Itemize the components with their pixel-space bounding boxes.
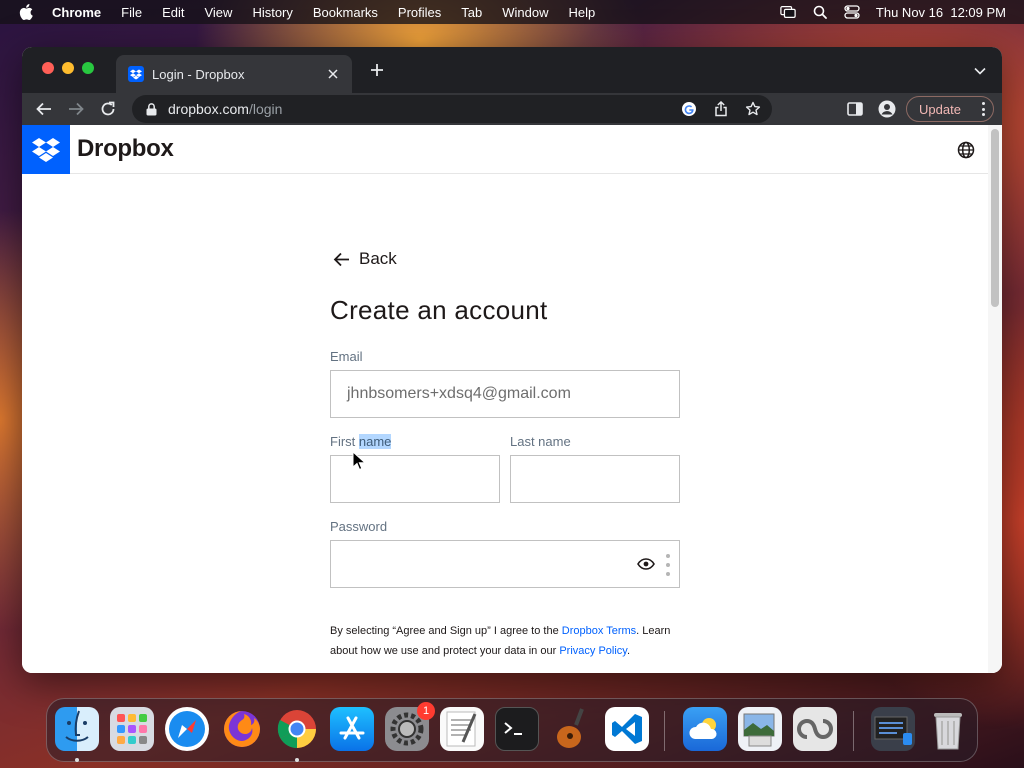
back-link-label: Back	[359, 249, 397, 268]
screen-mirroring-icon[interactable]	[780, 4, 796, 20]
system-settings-icon[interactable]: 1	[385, 702, 435, 751]
menu-app-name[interactable]: Chrome	[52, 5, 101, 20]
menu-profiles[interactable]: Profiles	[398, 5, 441, 20]
preview-icon[interactable]	[738, 707, 782, 751]
minimize-window-button[interactable]	[62, 62, 74, 74]
window-controls	[42, 62, 94, 74]
firefox-icon[interactable]	[220, 707, 264, 751]
mouse-pointer-icon	[352, 451, 366, 471]
language-globe-icon[interactable]	[957, 141, 975, 159]
google-lens-icon[interactable]	[680, 100, 698, 118]
macos-dock: 1	[46, 698, 978, 762]
weather-icon[interactable]	[683, 707, 727, 751]
update-button-label: Update	[919, 101, 961, 117]
menu-edit[interactable]: Edit	[162, 5, 184, 20]
selected-text-highlight: name	[358, 434, 392, 449]
menu-view[interactable]: View	[204, 5, 232, 20]
control-center-icon[interactable]	[844, 4, 860, 20]
url-path: /login	[248, 101, 283, 117]
side-panel-icon[interactable]	[846, 100, 864, 118]
tab-search-chevron-icon[interactable]	[972, 63, 988, 79]
garageband-icon[interactable]	[550, 707, 594, 751]
last-name-field[interactable]	[510, 455, 680, 503]
brand-wordmark[interactable]: Dropbox	[77, 135, 174, 163]
forward-arrow-icon[interactable]	[66, 99, 86, 119]
scrollbar-thumb[interactable]	[991, 129, 999, 307]
email-field-value: jhnbsomers+xdsq4@gmail.com	[347, 385, 571, 402]
back-arrow-icon[interactable]	[34, 99, 54, 119]
dropbox-logo-icon[interactable]	[22, 125, 70, 174]
lock-icon[interactable]	[144, 102, 158, 116]
spotlight-search-icon[interactable]	[812, 4, 828, 20]
privacy-policy-link[interactable]: Privacy Policy	[559, 645, 627, 657]
password-manager-kebab-icon[interactable]	[665, 554, 671, 576]
web-page: Dropbox Back Create an account Email jhn…	[22, 125, 1002, 673]
tab-dropbox-login[interactable]: Login - Dropbox	[116, 55, 352, 93]
menu-file[interactable]: File	[121, 5, 142, 20]
chrome-menu-kebab-icon[interactable]	[981, 102, 985, 116]
menu-history[interactable]: History	[252, 5, 292, 20]
safari-icon[interactable]	[165, 707, 209, 751]
menu-bar-clock[interactable]: Thu Nov 16 12:09 PM	[876, 5, 1006, 20]
page-title: Create an account	[330, 295, 548, 325]
bookmark-star-icon[interactable]	[744, 100, 762, 118]
trash-icon[interactable]	[926, 707, 970, 751]
password-label: Password	[330, 519, 388, 534]
site-header: Dropbox	[22, 125, 988, 174]
browser-toolbar: dropbox.com/login Update	[22, 93, 1002, 125]
close-tab-icon[interactable]	[324, 65, 342, 83]
first-name-label: First name	[330, 434, 392, 449]
launchpad-icon[interactable]	[110, 707, 154, 751]
menu-bookmarks[interactable]: Bookmarks	[313, 5, 378, 20]
app-store-icon[interactable]	[330, 707, 374, 751]
email-field[interactable]: jhnbsomers+xdsq4@gmail.com	[330, 370, 680, 418]
share-icon[interactable]	[712, 100, 730, 118]
back-link[interactable]: Back	[332, 249, 397, 269]
chrome-icon[interactable]	[275, 707, 319, 751]
menu-tab[interactable]: Tab	[461, 5, 482, 20]
downloads-stack-icon[interactable]	[871, 707, 915, 751]
menu-window[interactable]: Window	[502, 5, 548, 20]
tab-title: Login - Dropbox	[152, 66, 245, 82]
password-field[interactable]	[330, 540, 680, 588]
dropbox-favicon-icon	[128, 66, 144, 82]
show-password-eye-icon[interactable]	[637, 557, 655, 571]
legal-disclaimer: By selecting “Agree and Sign up” I agree…	[330, 625, 671, 657]
last-name-label: Last name	[510, 434, 571, 449]
new-tab-plus-icon[interactable]	[368, 61, 386, 79]
profile-avatar-icon[interactable]	[878, 100, 896, 118]
dropbox-terms-link[interactable]: Dropbox Terms	[562, 625, 636, 637]
settings-notification-badge: 1	[417, 702, 435, 720]
close-window-button[interactable]	[42, 62, 54, 74]
macos-menu-bar: Chrome File Edit View History Bookmarks …	[0, 0, 1024, 24]
textedit-icon[interactable]	[440, 707, 484, 751]
page-scrollbar[interactable]	[988, 125, 1002, 673]
zoom-window-button[interactable]	[82, 62, 94, 74]
terminal-icon[interactable]	[495, 707, 539, 751]
apple-menu-icon[interactable]	[18, 4, 34, 20]
vscode-icon[interactable]	[605, 707, 649, 751]
finder-icon[interactable]	[55, 707, 99, 751]
address-bar[interactable]: dropbox.com/login	[132, 95, 772, 123]
back-arrow-icon	[332, 250, 350, 268]
chrome-window: Login - Dropbox dropbox.com/login Update…	[22, 47, 1002, 673]
update-button[interactable]: Update	[906, 96, 994, 122]
url-host: dropbox.com	[168, 101, 249, 117]
reload-icon[interactable]	[98, 99, 118, 119]
menu-help[interactable]: Help	[569, 5, 596, 20]
email-label: Email	[330, 349, 363, 364]
tab-strip: Login - Dropbox	[22, 47, 1002, 93]
creative-cloud-icon[interactable]	[793, 707, 837, 751]
